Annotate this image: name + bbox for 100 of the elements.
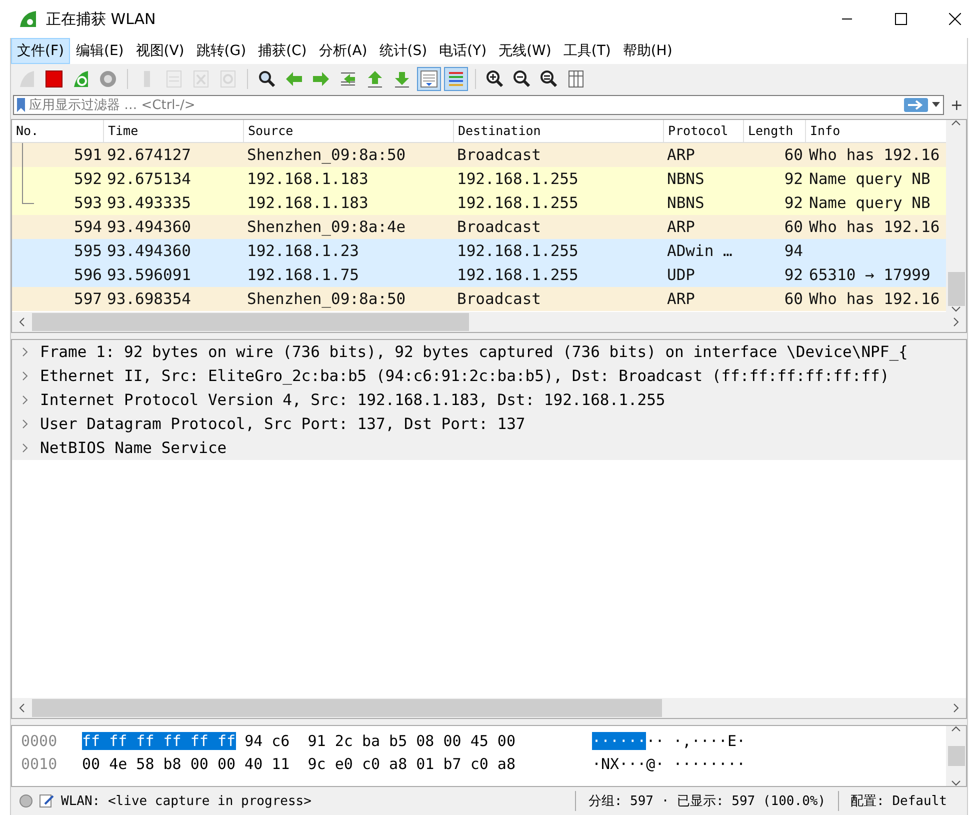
scroll-up-icon[interactable] (951, 120, 962, 126)
menu-item[interactable]: 无线(W) (492, 38, 558, 64)
table-cell-text: 192.168.1.23 (246, 242, 360, 260)
vertical-scrollbar[interactable] (946, 120, 966, 312)
table-cell-text: Broadcast (456, 290, 542, 308)
menu-item[interactable]: 统计(S) (373, 38, 434, 64)
table-cell-text: 593 (73, 194, 103, 212)
packet-row[interactable]: 595 93.494360 192.168.1.23 192.168.1.255 ADwin … 94 (12, 239, 946, 263)
scrollbar-thumb[interactable] (32, 699, 662, 717)
table-cell-text: 192.168.1.255 (456, 266, 580, 284)
table-cell-text: 591 (73, 146, 103, 164)
table-cell-text: 192.168.1.255 (456, 242, 580, 260)
table-cell-text: 93.494360 (106, 242, 192, 260)
menu-item[interactable]: 帮助(H) (616, 38, 678, 64)
display-filter-field[interactable]: 应用显示过滤器 … <Ctrl-/> (29, 98, 900, 112)
table-cell-text: 92 (783, 266, 804, 284)
packet-row[interactable]: 596 93.596091 192.168.1.75 192.168.1.255 UDP 92 65310 → 17999 (12, 263, 946, 287)
scroll-right-icon[interactable] (953, 317, 959, 327)
table-cell-text: 596 (73, 266, 103, 284)
table-cell-text: 92 (783, 170, 804, 188)
profile-label[interactable]: 配置: Default (850, 792, 967, 810)
table-cell-text: 93.493335 (106, 194, 192, 212)
table-cell-text: 93.494360 (106, 218, 192, 236)
table-cell-text: 93.698354 (106, 290, 192, 308)
scrollbar-thumb[interactable] (948, 272, 965, 306)
capture-status: WLAN: <live capture in progress> (61, 794, 312, 808)
table-cell-text: 60 (783, 290, 804, 308)
table-cell-text: Who has 192.16 (808, 290, 941, 308)
scroll-down-icon[interactable] (951, 306, 962, 312)
table-cell-text: UDP (666, 266, 696, 284)
vertical-scrollbar[interactable] (946, 726, 966, 786)
scroll-left-icon[interactable] (19, 703, 25, 713)
table-cell-text: Name query NB (808, 194, 932, 212)
table-cell-text: 592 (73, 170, 103, 188)
table-cell-text: 597 (73, 290, 103, 308)
scroll-down-icon[interactable] (951, 780, 961, 786)
packet-row[interactable]: 593 93.493335 192.168.1.183 192.168.1.255 NBNS 92 Name query NB (12, 191, 946, 215)
table-cell-text: 192.168.1.183 (246, 170, 370, 188)
hex-bytes[interactable]: 94 c6 91 2c ba b5 08 00 45 00 (244, 732, 516, 750)
hex-bytes[interactable]: 00 4e 58 b8 00 00 40 11 9c e0 c0 a8 01 b7 c0 a8 (82, 754, 516, 772)
display-filter-bar[interactable]: 应用显示过滤器 … <Ctrl-/> (13, 95, 944, 115)
colorize-icon[interactable] (444, 67, 468, 91)
column-header[interactable]: Protocol (664, 120, 744, 142)
packet-row[interactable]: 591 92.674127 Shenzhen_09:8a:50 Broadcast ARP 60 Who has 192.16 (12, 143, 946, 167)
column-header[interactable]: Time (104, 120, 244, 142)
offset-label: 0000 (20, 732, 58, 750)
status-dot-icon[interactable] (19, 794, 33, 808)
offset-label: 0010 (20, 754, 58, 772)
menu-item[interactable]: 工具(T) (557, 38, 617, 64)
table-cell-text: Shenzhen_09:8a:50 (246, 290, 407, 308)
scroll-up-icon[interactable] (951, 726, 961, 732)
column-header[interactable]: Source (244, 120, 454, 142)
table-cell-text: 93.596091 (106, 266, 192, 284)
ascii-bytes[interactable]: ·· ·,····E· (646, 732, 746, 750)
window-title: 正在捕获 WLAN (46, 10, 157, 28)
table-cell-text: NBNS (666, 194, 706, 212)
bookmark-icon[interactable] (17, 98, 25, 112)
selected-hex-bytes[interactable]: ff ff ff ff ff ff (82, 732, 236, 750)
column-header[interactable]: Destination (454, 120, 664, 142)
edit-note-icon[interactable] (39, 793, 55, 809)
packet-row[interactable]: 592 92.675134 192.168.1.183 192.168.1.255 NBNS 92 Name query NB (12, 167, 946, 191)
scrollbar-thumb[interactable] (32, 313, 469, 331)
horizontal-scrollbar[interactable] (12, 312, 966, 332)
table-cell-text: 192.168.1.255 (456, 194, 580, 212)
menu-item[interactable]: 跳转(G) (190, 38, 252, 64)
table-cell-text: Name query NB (808, 170, 932, 188)
menu-item[interactable]: 视图(V) (130, 38, 190, 64)
table-cell-text: Shenzhen_09:8a:50 (246, 146, 407, 164)
menu-item[interactable]: 电话(Y) (433, 38, 493, 64)
table-cell-text: Broadcast (456, 146, 542, 164)
menu-item[interactable]: 文件(F) (11, 38, 70, 64)
menu-item[interactable]: 捕获(C) (252, 38, 313, 64)
table-cell-text: 192.168.1.183 (246, 194, 370, 212)
column-header[interactable]: Length (744, 120, 806, 142)
table-cell-text: 192.168.1.255 (456, 170, 580, 188)
scrollbar-thumb[interactable] (948, 746, 964, 766)
scroll-left-icon[interactable] (19, 317, 25, 327)
table-cell-text: ARP (666, 290, 696, 308)
add-filter-button[interactable]: + (950, 96, 963, 114)
selected-ascii-bytes[interactable]: ······ (592, 732, 646, 750)
detail-line[interactable]: NetBIOS Name Service (40, 439, 227, 457)
table-cell-text: 92 (783, 194, 804, 212)
dropdown-icon[interactable] (932, 102, 940, 108)
maximize-icon[interactable] (895, 13, 907, 25)
menu-item[interactable]: 编辑(E) (70, 38, 130, 64)
packet-row[interactable]: 597 93.698354 Shenzhen_09:8a:50 Broadcast ARP 60 Who has 192.16 (12, 287, 946, 311)
table-cell-text: 60 (783, 146, 804, 164)
autoscroll-icon[interactable] (417, 67, 441, 91)
table-cell-text: 192.168.1.75 (246, 266, 360, 284)
table-cell-text: 94 (783, 242, 804, 260)
table-cell-text: 65310 → 17999 (808, 266, 932, 284)
close-icon[interactable] (949, 13, 961, 25)
scroll-right-icon[interactable] (953, 703, 959, 713)
column-header[interactable]: No. (12, 120, 104, 142)
horizontal-scrollbar[interactable] (12, 698, 966, 718)
table-cell-text: Who has 192.16 (808, 218, 941, 236)
table-cell-text: ARP (666, 218, 696, 236)
ascii-bytes[interactable]: ·NX···@· ········ (592, 754, 746, 772)
menu-item[interactable]: 分析(A) (312, 38, 374, 64)
packet-row[interactable]: 594 93.494360 Shenzhen_09:8a:4e Broadcast ARP 60 Who has 192.16 (12, 215, 946, 239)
